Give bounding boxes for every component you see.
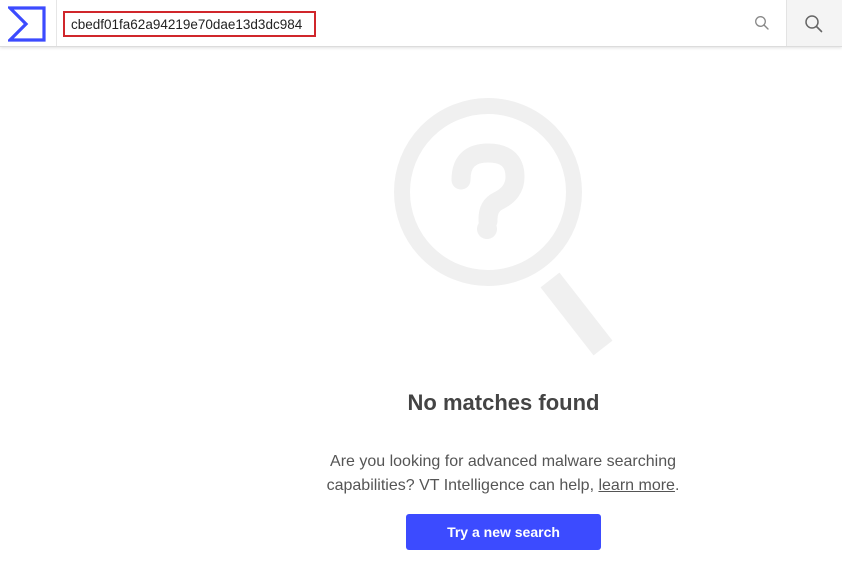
empty-state-description: Are you looking for advanced malware sea… <box>300 450 706 498</box>
search-icon[interactable] <box>754 15 770 31</box>
no-matches-title: No matches found <box>407 390 600 415</box>
sigma-logo-icon <box>8 6 46 42</box>
search-input[interactable] <box>63 11 316 37</box>
search-icon <box>805 15 823 33</box>
learn-more-link[interactable]: learn more <box>598 477 674 494</box>
top-bar <box>0 0 842 47</box>
virustotal-logo[interactable] <box>0 0 57 46</box>
magnifier-question-icon <box>394 98 613 356</box>
description-end: . <box>674 477 680 494</box>
search-button[interactable] <box>786 0 842 46</box>
try-new-search-button[interactable]: Try a new search <box>406 514 601 550</box>
